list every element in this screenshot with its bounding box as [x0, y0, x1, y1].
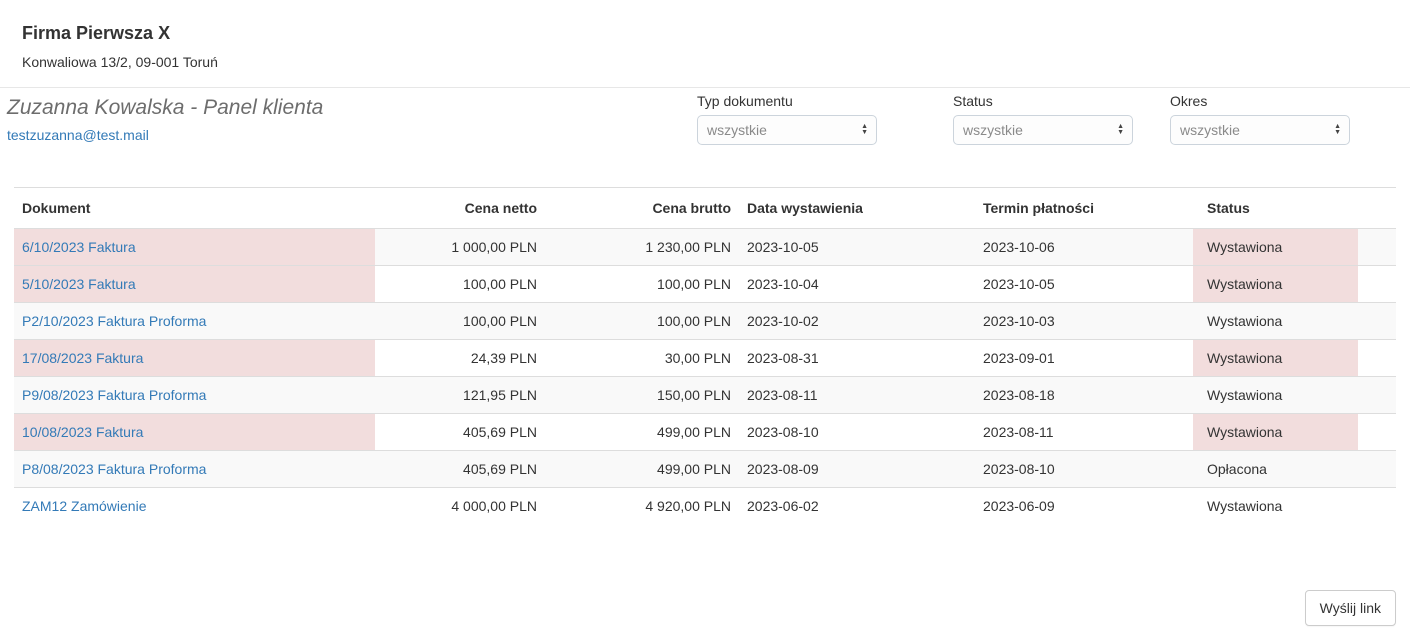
- document-type-select[interactable]: wszystkie: [697, 115, 877, 145]
- client-email-link[interactable]: testzuzanna@test.mail: [7, 127, 149, 143]
- table-row: P2/10/2023 Faktura Proforma 100,00 PLN 1…: [14, 302, 1396, 340]
- net-price-cell: 405,69 PLN: [375, 413, 545, 451]
- gross-price-cell: 499,00 PLN: [545, 450, 739, 488]
- table-body: 6/10/2023 Faktura 1 000,00 PLN 1 230,00 …: [14, 228, 1396, 524]
- due-date-cell: 2023-08-11: [975, 413, 1193, 451]
- document-link[interactable]: ZAM12 Zamówienie: [22, 498, 147, 514]
- document-link[interactable]: 10/08/2023 Faktura: [22, 424, 143, 440]
- filter-status-label: Status: [953, 93, 993, 109]
- issue-date-cell: 2023-06-02: [739, 487, 975, 524]
- spacer-cell: [1358, 376, 1396, 414]
- page-title: Zuzanna Kowalska - Panel klienta: [7, 96, 324, 119]
- filter-document-type-label: Typ dokumentu: [697, 93, 793, 109]
- company-address: Konwaliowa 13/2, 09-001 Toruń: [22, 54, 218, 70]
- issue-date-cell: 2023-08-10: [739, 413, 975, 451]
- column-header-cena-brutto: Cena brutto: [545, 187, 739, 229]
- column-header-spacer: [1358, 187, 1396, 229]
- document-link[interactable]: P8/08/2023 Faktura Proforma: [22, 461, 206, 477]
- issue-date-cell: 2023-08-31: [739, 339, 975, 377]
- issue-date-cell: 2023-08-09: [739, 450, 975, 488]
- column-header-data-wystawienia: Data wystawienia: [739, 187, 975, 229]
- due-date-cell: 2023-09-01: [975, 339, 1193, 377]
- issue-date-cell: 2023-10-04: [739, 265, 975, 303]
- document-link[interactable]: 5/10/2023 Faktura: [22, 276, 136, 292]
- status-cell: Wystawiona: [1193, 413, 1358, 451]
- gross-price-cell: 150,00 PLN: [545, 376, 739, 414]
- period-select[interactable]: wszystkie: [1170, 115, 1350, 145]
- issue-date-cell: 2023-10-02: [739, 302, 975, 340]
- document-cell: P2/10/2023 Faktura Proforma: [14, 302, 375, 340]
- document-link[interactable]: 17/08/2023 Faktura: [22, 350, 143, 366]
- gross-price-cell: 30,00 PLN: [545, 339, 739, 377]
- gross-price-cell: 1 230,00 PLN: [645, 239, 731, 255]
- status-select[interactable]: wszystkie: [953, 115, 1133, 145]
- net-price-cell: 405,69 PLN: [375, 450, 545, 488]
- net-price-cell: 1 000,00 PLN: [451, 239, 537, 255]
- due-date-cell: 2023-10-06: [983, 239, 1055, 255]
- gross-price-cell: 100,00 PLN: [545, 265, 739, 303]
- status-cell: Wystawiona: [1193, 376, 1358, 414]
- issue-date-cell: 2023-10-05: [747, 239, 819, 255]
- status-cell: Wystawiona: [1193, 228, 1358, 266]
- company-header: Firma Pierwsza X Konwaliowa 13/2, 09-001…: [22, 22, 218, 70]
- filter-document-type: Typ dokumentu wszystkie ▲ ▼: [697, 93, 879, 145]
- spacer-cell: [1358, 487, 1396, 524]
- gross-price-cell: 100,00 PLN: [545, 302, 739, 340]
- spacer-cell: [1358, 413, 1396, 451]
- column-header-cena-netto: Cena netto: [375, 187, 545, 229]
- issue-date-cell: 2023-08-11: [739, 376, 975, 414]
- document-cell: P9/08/2023 Faktura Proforma: [14, 376, 375, 414]
- filter-status: Status wszystkie ▲ ▼: [953, 93, 1135, 145]
- table-row: ZAM12 Zamówienie 4 000,00 PLN 4 920,00 P…: [14, 487, 1396, 524]
- net-price-cell: 4 000,00 PLN: [375, 487, 545, 524]
- column-header-dokument: Dokument: [14, 187, 375, 229]
- document-cell: 6/10/2023 Faktura: [14, 228, 375, 266]
- document-cell: 5/10/2023 Faktura: [14, 265, 375, 303]
- document-link[interactable]: P9/08/2023 Faktura Proforma: [22, 387, 206, 403]
- table-row: 6/10/2023 Faktura 1 000,00 PLN 1 230,00 …: [14, 228, 1396, 266]
- filter-period-label: Okres: [1170, 93, 1208, 109]
- due-date-cell: 2023-10-03: [975, 302, 1193, 340]
- table-row: 10/08/2023 Faktura 405,69 PLN 499,00 PLN…: [14, 413, 1396, 451]
- table-row: P9/08/2023 Faktura Proforma 121,95 PLN 1…: [14, 376, 1396, 414]
- status-cell: Wystawiona: [1193, 487, 1358, 524]
- client-panel-page: Firma Pierwsza X Konwaliowa 13/2, 09-001…: [0, 0, 1410, 641]
- spacer-cell: [1358, 265, 1396, 303]
- company-name: Firma Pierwsza X: [22, 23, 171, 43]
- status-cell: Opłacona: [1193, 450, 1358, 488]
- due-date-cell: 2023-08-10: [975, 450, 1193, 488]
- document-cell: ZAM12 Zamówienie: [14, 487, 375, 524]
- net-price-cell: 100,00 PLN: [375, 265, 545, 303]
- gross-price-cell: 499,00 PLN: [545, 413, 739, 451]
- status-cell: Wystawiona: [1193, 265, 1358, 303]
- document-cell: 17/08/2023 Faktura: [14, 339, 375, 377]
- status-cell: Wystawiona: [1193, 302, 1358, 340]
- table-header-row: Dokument Cena netto Cena brutto Data wys…: [14, 187, 1396, 229]
- header-divider: [0, 87, 1410, 88]
- due-date-cell: 2023-10-05: [975, 265, 1193, 303]
- documents-table: Dokument Cena netto Cena brutto Data wys…: [14, 187, 1396, 524]
- net-price-cell: 121,95 PLN: [375, 376, 545, 414]
- due-date-cell: 2023-08-18: [975, 376, 1193, 414]
- table-row: 17/08/2023 Faktura 24,39 PLN 30,00 PLN 2…: [14, 339, 1396, 377]
- gross-price-cell: 4 920,00 PLN: [545, 487, 739, 524]
- column-header-status: Status: [1193, 187, 1358, 229]
- net-price-cell: 24,39 PLN: [375, 339, 545, 377]
- spacer-cell: [1358, 302, 1396, 340]
- net-price-cell: 100,00 PLN: [375, 302, 545, 340]
- table-row: 5/10/2023 Faktura 100,00 PLN 100,00 PLN …: [14, 265, 1396, 303]
- document-cell: P8/08/2023 Faktura Proforma: [14, 450, 375, 488]
- document-link[interactable]: 6/10/2023 Faktura: [22, 239, 136, 255]
- status-cell: Wystawiona: [1193, 339, 1358, 377]
- spacer-cell: [1358, 450, 1396, 488]
- column-header-termin-platnosci: Termin płatności: [975, 187, 1193, 229]
- document-cell: 10/08/2023 Faktura: [14, 413, 375, 451]
- send-link-button[interactable]: Wyślij link: [1304, 590, 1396, 626]
- document-link[interactable]: P2/10/2023 Faktura Proforma: [22, 313, 206, 329]
- filter-period: Okres wszystkie ▲ ▼: [1170, 93, 1352, 145]
- spacer-cell: [1358, 229, 1396, 266]
- spacer-cell: [1358, 339, 1396, 377]
- table-row: P8/08/2023 Faktura Proforma 405,69 PLN 4…: [14, 450, 1396, 488]
- due-date-cell: 2023-06-09: [975, 487, 1193, 524]
